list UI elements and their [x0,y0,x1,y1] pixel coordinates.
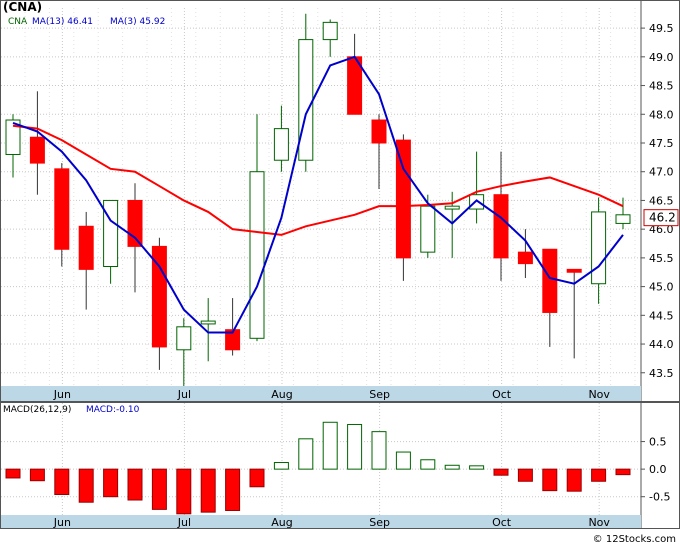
candle-body [103,199,119,267]
price-x-tick-label: Jun [53,388,71,401]
legend-ma3: MA(3) 45.92 [110,17,165,27]
macd-bar [298,438,314,470]
chart-canvas: 43.544.044.545.045.546.046.547.047.548.0… [0,0,680,545]
candle-body [29,136,45,164]
macd-bar [78,468,94,503]
candle-body [127,199,143,247]
macd-x-tick-label: Sep [369,516,390,529]
price-date-band [1,386,641,401]
macd-title: MACD(26,12,9) [3,405,71,415]
last-price-label: 46.2 [649,211,676,225]
candle-body [493,194,509,259]
macd-x-tick-label: Aug [271,516,292,529]
price-y-tick-label: 47.0 [649,166,674,179]
copyright-footer: © 12Stocks.com [593,534,676,545]
last-price-tag: 46.2 [643,209,679,227]
macd-bar [127,468,143,501]
macd-bar [395,451,411,470]
macd-bar [29,468,45,482]
candle-body [78,225,94,270]
candle-body [542,248,558,313]
candle-body [200,320,216,325]
macd-bar [517,468,533,482]
price-y-tick-label: 47.5 [649,137,674,150]
price-y-tick-label: 45.5 [649,252,674,265]
macd-bar [493,468,509,476]
macd-bar [542,468,558,492]
price-x-tick-label: Oct [492,388,512,401]
legend-ma13: MA(13) 46.41 [32,17,93,27]
candle-body [322,21,338,41]
candle-body [444,205,460,210]
macd-panel-frame [0,402,680,529]
macd-bar [54,468,70,495]
candle-body [249,171,265,339]
macd-bar [200,468,216,513]
macd-y-tick-label: 0.5 [649,436,667,449]
candle-body [615,214,631,224]
macd-value: MACD:-0.10 [86,405,140,415]
legend-symbol: CNA [8,17,28,27]
price-y-tick-label: 44.5 [649,309,674,322]
macd-x-tick-label: Oct [492,516,512,529]
macd-bar [371,431,387,470]
macd-bar [225,468,241,511]
macd-x-tick-label: Nov [588,516,610,529]
macd-bar [176,468,192,515]
candle-body [517,251,533,265]
macd-bar [420,459,436,470]
macd-bar [469,465,485,470]
macd-date-band [1,515,641,528]
candle-body [298,39,314,161]
macd-bar [249,468,265,488]
price-y-tick-label: 46.5 [649,194,674,207]
candle-body [591,211,607,285]
price-y-tick-label: 45.0 [649,281,674,294]
price-x-tick-label: Jul [177,388,191,401]
macd-x-tick-label: Jul [177,516,191,529]
macd-bar [347,423,363,470]
candle-body [54,168,70,250]
stock-chart: 43.5 44.0 44.5 45.0 45.5 46.0 46.5 47.0 47.5 48.0… [0,0,680,546]
macd-bar [151,468,167,510]
price-y-tick-label: 49.0 [649,51,674,64]
price-x-tick-label: Aug [271,388,292,401]
macd-bar [444,464,460,470]
macd-bar [322,421,338,470]
price-panel-frame [0,0,680,402]
price-y-tick-label: 49.5 [649,22,674,35]
chart-title: (CNA) [3,0,42,14]
candle-body [273,128,289,161]
macd-bar [615,468,631,476]
price-legend: CNA MA(13) 46.41 MA(3) 45.92 [8,17,165,27]
candle-body [566,268,582,273]
macd-bar [591,468,607,482]
candle-body [176,326,192,351]
candle-body [395,139,411,259]
macd-y-tick-label: -0.5 [649,491,670,504]
price-y-tick-label: 43.5 [649,367,674,380]
macd-bar [273,462,289,470]
macd-bar [103,468,119,498]
macd-bar [566,468,582,492]
price-y-tick-label: 48.0 [649,108,674,121]
price-x-tick-label: Nov [588,388,610,401]
macd-y-tick-label: 0.0 [649,463,667,476]
price-x-tick-label: Sep [369,388,390,401]
candle-body [371,119,387,144]
candle-body [420,205,436,253]
macd-x-tick-label: Jun [53,516,71,529]
price-y-tick-label: 48.5 [649,80,674,93]
macd-bar [5,468,21,479]
price-y-tick-label: 44.0 [649,338,674,351]
candle-body [469,194,485,210]
